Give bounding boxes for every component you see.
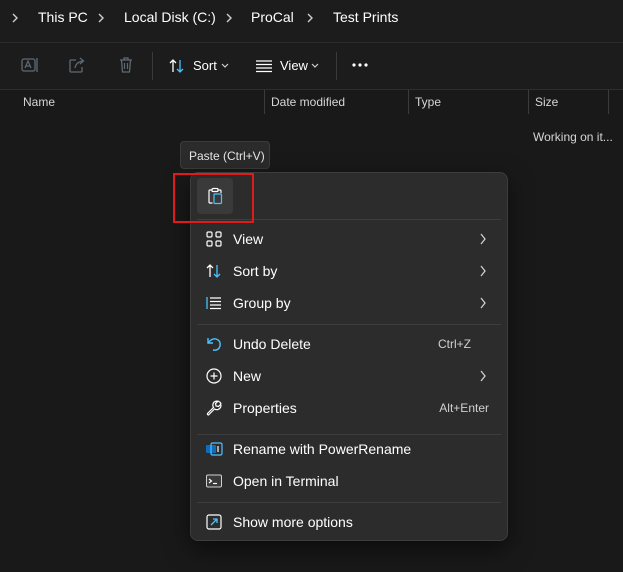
menu-item-sort-by[interactable]: Sort by	[195, 256, 503, 286]
column-divider[interactable]	[528, 90, 529, 114]
view-button[interactable]: View	[251, 49, 327, 83]
chevron-right-icon[interactable]	[96, 11, 106, 25]
chevron-right-icon[interactable]	[10, 11, 20, 25]
menu-separator	[197, 324, 501, 325]
breadcrumb-procal[interactable]: ProCal	[251, 9, 294, 25]
menu-item-label: New	[233, 368, 262, 384]
column-divider[interactable]	[264, 90, 265, 114]
menu-item-label: Properties	[233, 400, 297, 416]
wrench-icon	[206, 400, 222, 416]
menu-item-label: Show more options	[233, 514, 353, 530]
sort-label: Sort	[193, 58, 217, 73]
chevron-right-icon	[480, 370, 486, 382]
menu-item-view[interactable]: View	[195, 224, 503, 254]
view-list-icon	[256, 60, 272, 73]
command-bar: Sort View	[0, 43, 623, 90]
menu-separator	[197, 502, 501, 503]
show-more-icon	[206, 514, 222, 530]
menu-item-properties[interactable]: Properties Alt+Enter	[195, 393, 503, 423]
tooltip: Paste (Ctrl+V)	[180, 141, 270, 169]
terminal-icon	[206, 474, 222, 488]
group-icon	[206, 297, 221, 310]
menu-item-group-by[interactable]: Group by	[195, 288, 503, 318]
column-header-type[interactable]: Type	[415, 95, 441, 109]
menu-item-label: Rename with PowerRename	[233, 441, 412, 457]
delete-icon[interactable]	[116, 55, 136, 75]
powerrename-icon	[206, 442, 223, 456]
column-header-row: Name Date modified Type Size	[0, 90, 623, 114]
chevron-right-icon[interactable]	[224, 11, 234, 25]
context-menu: View Sort by Group by Undo Delete Ctrl+Z	[190, 172, 508, 541]
breadcrumb-test-prints[interactable]: Test Prints	[333, 9, 398, 25]
new-icon	[206, 368, 222, 384]
menu-item-label: View	[233, 231, 264, 247]
highlight-box	[173, 173, 254, 223]
shortcut-label: Alt+Enter	[439, 401, 489, 415]
share-icon[interactable]	[67, 55, 87, 75]
view-grid-icon	[206, 231, 222, 247]
menu-item-rename-with-powerrename[interactable]: Rename with PowerRename	[195, 434, 503, 464]
undo-icon	[207, 338, 221, 351]
column-header-name[interactable]: Name	[23, 95, 55, 109]
column-header-size[interactable]: Size	[535, 95, 558, 109]
menu-item-open-in-terminal[interactable]: Open in Terminal	[195, 466, 503, 496]
toolbar-separator	[336, 52, 337, 80]
column-divider[interactable]	[608, 90, 609, 114]
sort-icon	[206, 264, 221, 278]
column-header-date-modified[interactable]: Date modified	[271, 95, 345, 109]
menu-item-show-more-options[interactable]: Show more options	[195, 507, 503, 537]
menu-item-label: Undo Delete	[233, 336, 311, 352]
sort-icon	[169, 59, 184, 73]
rename-icon[interactable]	[20, 55, 40, 75]
menu-item-undo-delete[interactable]: Undo Delete Ctrl+Z	[195, 329, 503, 359]
view-label: View	[280, 58, 308, 73]
column-divider[interactable]	[408, 90, 409, 114]
breadcrumb: This PC Local Disk (C:) ProCal Test Prin…	[0, 0, 623, 43]
chevron-right-icon[interactable]	[305, 11, 315, 25]
menu-item-label: Sort by	[233, 263, 278, 279]
chevron-right-icon	[480, 265, 486, 277]
tooltip-text: Paste (Ctrl+V)	[189, 149, 265, 163]
chevron-down-icon	[311, 63, 319, 68]
breadcrumb-this-pc[interactable]: This PC	[38, 9, 88, 25]
toolbar-separator	[152, 52, 153, 80]
shortcut-label: Ctrl+Z	[438, 337, 471, 351]
breadcrumb-local-disk[interactable]: Local Disk (C:)	[124, 9, 216, 25]
more-icon[interactable]	[350, 55, 370, 75]
menu-item-new[interactable]: New	[195, 361, 503, 391]
chevron-right-icon	[480, 297, 486, 309]
chevron-down-icon	[221, 63, 229, 68]
chevron-right-icon	[480, 233, 486, 245]
sort-button[interactable]: Sort	[164, 49, 236, 83]
menu-item-label: Group by	[233, 295, 291, 311]
menu-item-label: Open in Terminal	[233, 473, 339, 489]
status-working: Working on it...	[533, 130, 613, 144]
